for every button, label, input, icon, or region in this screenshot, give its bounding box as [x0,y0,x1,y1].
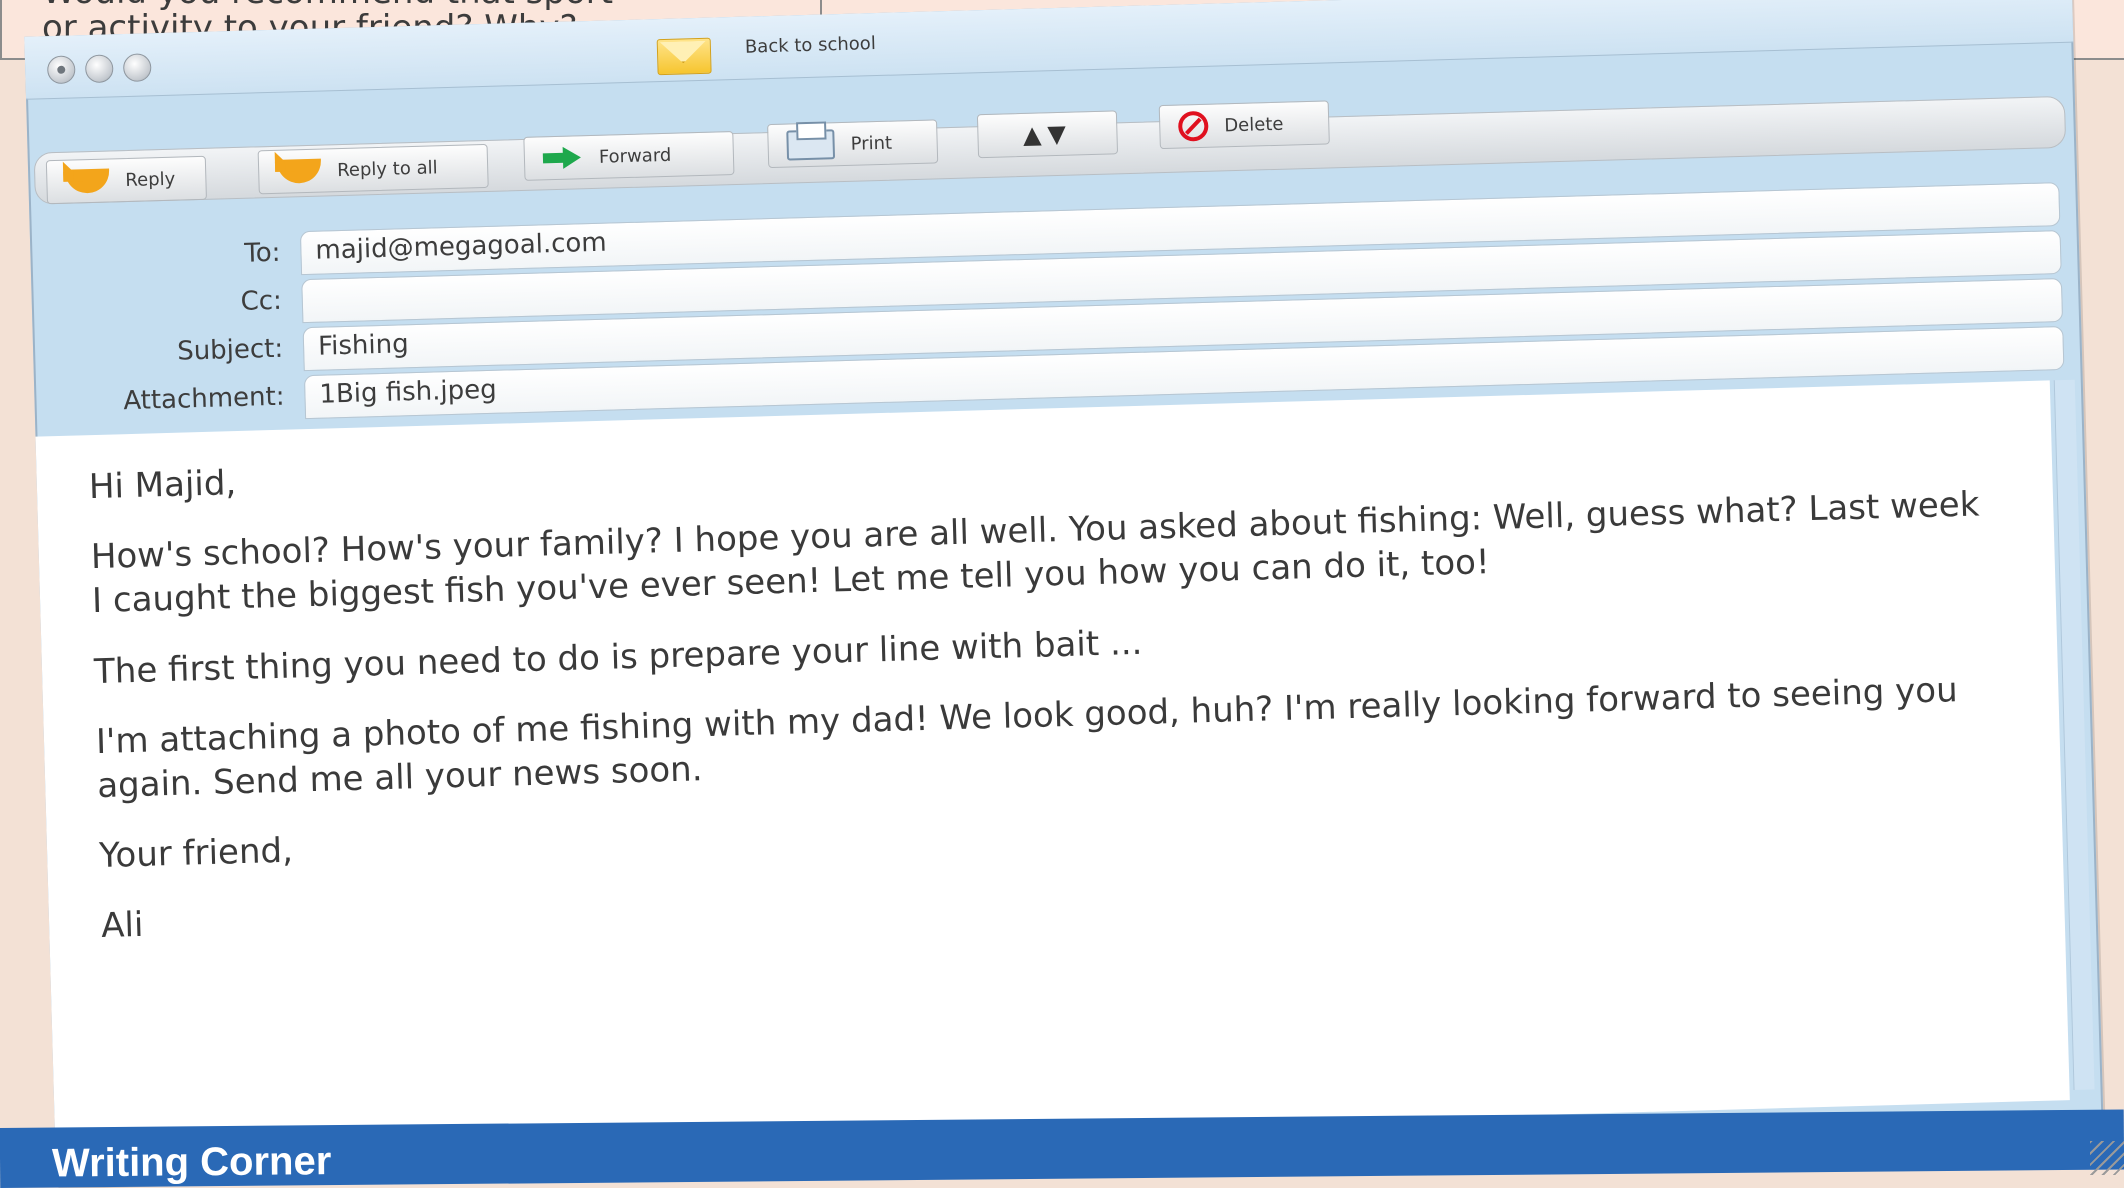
attachment-label: Attachment: [122,381,285,417]
forward-label: Forward [598,144,672,168]
message-body: Hi Majid, How's school? How's your famil… [88,412,2001,974]
subject-label: Subject: [176,333,284,367]
email-window: Back to school Reply Reply to all Forwar… [24,0,2104,1187]
zoom-window-button[interactable] [122,53,152,83]
cc-label: Cc: [240,285,283,317]
print-button[interactable]: Print [767,119,939,169]
minimize-window-button[interactable] [84,54,114,84]
print-icon [786,129,836,161]
delete-label: Delete [1223,113,1284,136]
navigate-messages-button[interactable]: ▲▼ [976,110,1119,159]
corner-decoration [2090,1141,2124,1175]
window-title: Back to school [744,33,877,58]
reply-all-button[interactable]: Reply to all [257,143,489,195]
forward-icon [543,146,584,169]
forward-button[interactable]: Forward [523,131,735,181]
message-paragraph-1: How's school? How's your family? I hope … [90,484,1980,622]
to-label: To: [243,237,281,269]
up-down-arrows-icon: ▲▼ [1022,119,1073,149]
close-window-button[interactable] [46,55,76,85]
message-paragraph-3: I'm attaching a photo of me fishing with… [95,669,1959,807]
print-label: Print [850,132,893,155]
reply-label: Reply [125,168,176,191]
envelope-icon [656,37,712,76]
reply-all-label: Reply to all [336,156,438,181]
delete-icon [1177,110,1209,142]
reply-icon [65,168,110,194]
delete-button[interactable]: Delete [1158,100,1330,150]
reply-all-icon [276,158,322,184]
section-title: Writing Corner [51,1139,332,1186]
